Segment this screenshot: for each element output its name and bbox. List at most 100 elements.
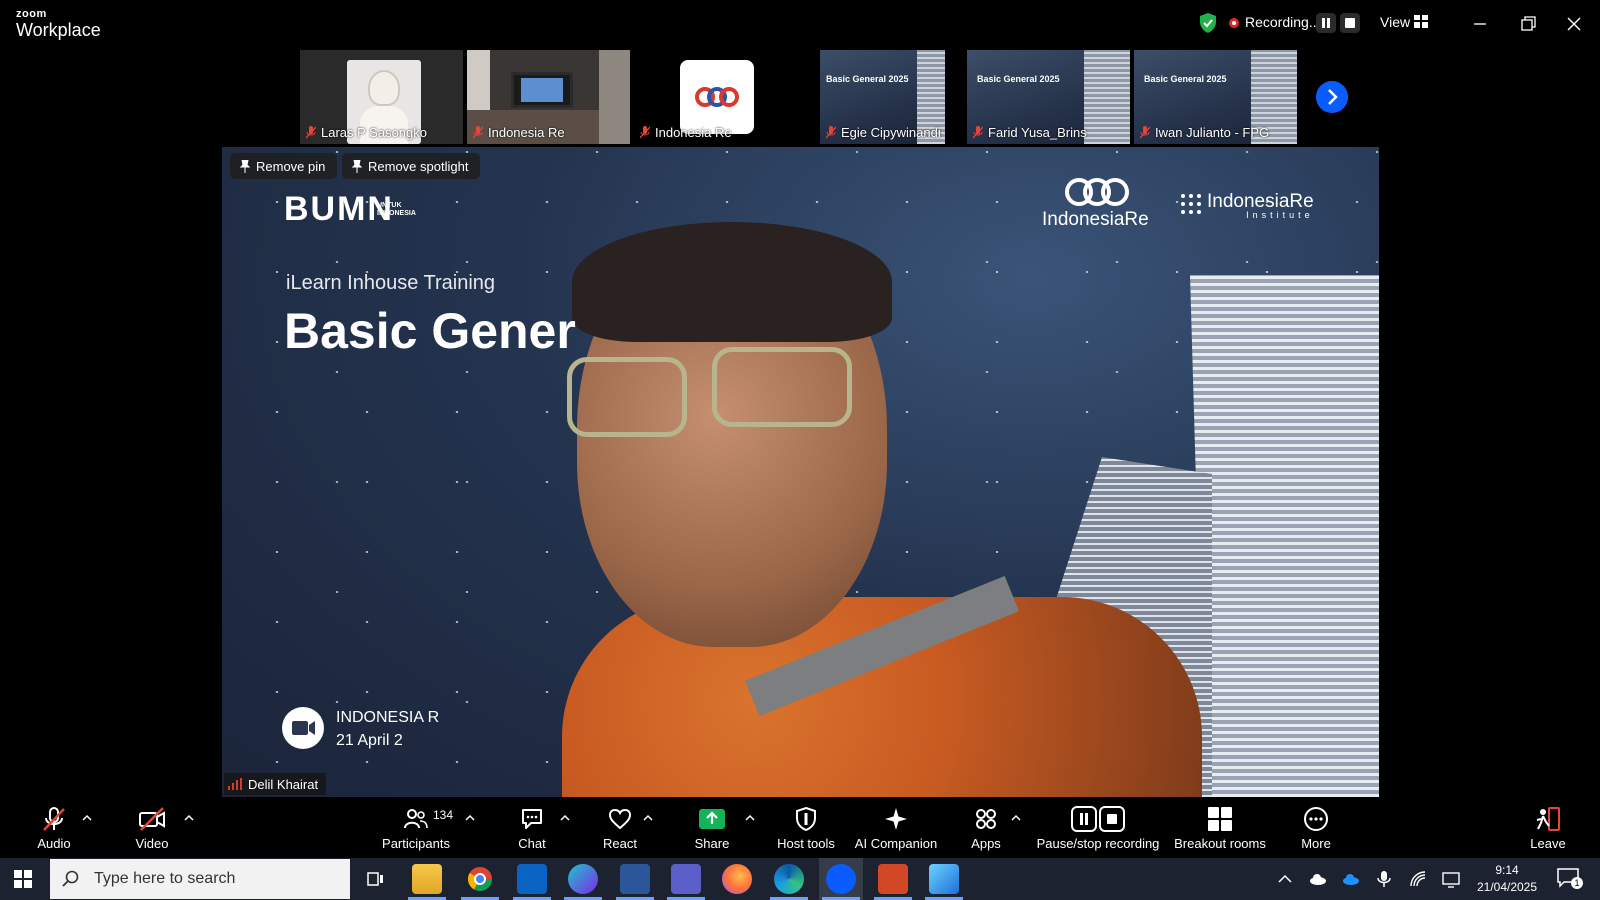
breakout-rooms-icon <box>1208 807 1232 831</box>
chrome-icon[interactable] <box>465 864 495 894</box>
title-bar: zoom Workplace Recording... View <box>0 0 1600 48</box>
next-page-chevron-icon[interactable] <box>1316 81 1348 113</box>
thumbnail-name: Egie Cipywinandi <box>826 125 941 140</box>
indonesia-re-rings-icon <box>1065 178 1129 206</box>
meeting-toolbar: Audio Video Participants 134 Chat React … <box>0 798 1600 858</box>
bumn-subtitle: UNTUK INDONESIA <box>377 202 416 217</box>
muted-mic-icon <box>973 126 983 139</box>
speaker-name-tag: Delil Khairat <box>224 773 327 795</box>
edge-icon[interactable] <box>774 864 804 894</box>
onedrive-business-icon[interactable] <box>1342 870 1360 888</box>
brand-name: Workplace <box>16 20 101 40</box>
remove-pin-button[interactable]: Remove pin <box>230 153 338 179</box>
remove-spotlight-button[interactable]: Remove spotlight <box>342 153 481 179</box>
onedrive-icon[interactable] <box>1309 870 1327 888</box>
muted-microphone-icon <box>43 807 65 831</box>
chat-button[interactable]: Chat <box>510 798 554 858</box>
participant-thumbnail[interactable]: Basic General 2025 Iwan Julianto - FPG <box>1134 50 1297 144</box>
recording-label: Recording... <box>1245 14 1321 30</box>
share-button[interactable]: Share <box>690 798 734 858</box>
leave-door-icon <box>1536 807 1560 831</box>
photos-icon[interactable] <box>929 864 959 894</box>
more-button[interactable]: More <box>1296 798 1336 858</box>
indonesia-re-institute-logo: IndonesiaRe Institute <box>1207 191 1314 220</box>
spotlight-icon <box>352 159 362 173</box>
leave-button[interactable]: Leave <box>1528 798 1568 858</box>
pause-stop-recording-button[interactable]: Pause/stop recording <box>1036 798 1160 858</box>
participants-count: 134 <box>433 808 454 822</box>
participants-options-chevron-icon[interactable] <box>465 814 475 822</box>
brand-small: zoom <box>16 8 47 20</box>
restore-icon[interactable] <box>1514 10 1542 38</box>
thumbnail-name: Laras P Sasongko <box>306 125 427 140</box>
institute-dots-icon <box>1181 194 1201 214</box>
audio-options-chevron-icon[interactable] <box>82 814 92 822</box>
thumbnail-name: Farid Yusa_Brins <box>973 125 1087 140</box>
thumbnail-name: Indonesia Re <box>473 125 565 140</box>
teams-icon[interactable] <box>671 864 701 894</box>
outlook-icon[interactable] <box>517 864 547 894</box>
share-options-chevron-icon[interactable] <box>745 814 755 822</box>
signal-strength-icon <box>228 778 242 790</box>
minimize-icon[interactable] <box>1466 10 1494 38</box>
apps-options-chevron-icon[interactable] <box>1011 814 1021 822</box>
taskbar-clock[interactable]: 9:14 21/04/2025 <box>1472 862 1542 896</box>
react-options-chevron-icon[interactable] <box>643 814 653 822</box>
more-icon <box>1304 807 1328 831</box>
muted-mic-icon <box>640 126 650 139</box>
participant-thumbnail[interactable]: Laras P Sasongko <box>300 50 463 144</box>
audio-button[interactable]: Audio <box>34 798 74 858</box>
participant-thumbnail[interactable]: Indonesia Re <box>467 50 630 144</box>
recording-dot-icon <box>1229 18 1239 28</box>
stop-recording-button[interactable] <box>1340 13 1360 33</box>
word-icon[interactable] <box>620 864 650 894</box>
muted-mic-icon <box>306 126 316 139</box>
notification-count: 1 <box>1571 877 1583 889</box>
thumbnail-name: Iwan Julianto - FPG <box>1140 125 1269 140</box>
view-button[interactable]: View <box>1380 14 1410 30</box>
file-explorer-icon[interactable] <box>412 864 442 894</box>
zoom-icon[interactable] <box>826 864 856 894</box>
muted-mic-icon <box>473 126 483 139</box>
grid-view-icon[interactable] <box>1414 15 1428 28</box>
pin-icon <box>240 159 250 173</box>
notifications-button[interactable]: 1 <box>1557 868 1583 889</box>
powerpoint-icon[interactable] <box>878 864 908 894</box>
pause-stop-icon <box>1071 806 1125 832</box>
zoom-workplace-logo: zoom Workplace <box>16 8 101 40</box>
react-button[interactable]: React <box>598 798 642 858</box>
muted-mic-icon <box>1140 126 1150 139</box>
windows-start-icon[interactable] <box>14 870 32 888</box>
video-options-chevron-icon[interactable] <box>184 814 194 822</box>
shield-icon <box>796 806 816 832</box>
chat-options-chevron-icon[interactable] <box>560 814 570 822</box>
display-icon[interactable] <box>1442 870 1460 888</box>
participant-thumbnail[interactable]: Basic General 2025 Farid Yusa_Brins <box>967 50 1130 144</box>
training-title: Basic Gener <box>284 303 576 359</box>
search-icon <box>62 870 79 887</box>
participant-thumbnail[interactable]: Basic General 2025 Egie Cipywinandi <box>820 50 945 144</box>
participant-thumbnail[interactable]: Indonesia Re <box>634 50 797 144</box>
indonesia-re-logo-text: IndonesiaRe <box>1042 209 1149 230</box>
canva-icon[interactable] <box>568 864 598 894</box>
ai-companion-button[interactable]: AI Companion <box>853 798 939 858</box>
host-tools-button[interactable]: Host tools <box>776 798 836 858</box>
taskbar-search-input[interactable]: Type here to search <box>50 859 350 899</box>
apps-button[interactable]: Apps <box>966 798 1006 858</box>
show-hidden-icons-chevron-icon[interactable] <box>1276 870 1294 888</box>
participants-button[interactable]: Participants <box>378 798 454 858</box>
task-view-icon[interactable] <box>360 864 390 894</box>
windows-taskbar: Type here to search 9:14 21/04/2025 1 <box>0 858 1600 900</box>
training-program-label: iLearn Inhouse Training <box>286 272 496 294</box>
video-button[interactable]: Video <box>132 798 172 858</box>
close-icon[interactable] <box>1560 10 1588 38</box>
wifi-icon[interactable] <box>1409 870 1427 888</box>
encryption-shield-icon[interactable] <box>1198 12 1218 34</box>
microphone-tray-icon[interactable] <box>1375 870 1393 888</box>
breakout-rooms-button[interactable]: Breakout rooms <box>1174 798 1266 858</box>
muted-mic-icon <box>826 126 836 139</box>
apps-icon <box>976 809 996 829</box>
pause-recording-button[interactable] <box>1316 13 1336 33</box>
firefox-icon[interactable] <box>722 864 752 894</box>
main-speaker-video[interactable]: BUMN UNTUK INDONESIA iLearn Inhouse Trai… <box>222 147 1379 797</box>
